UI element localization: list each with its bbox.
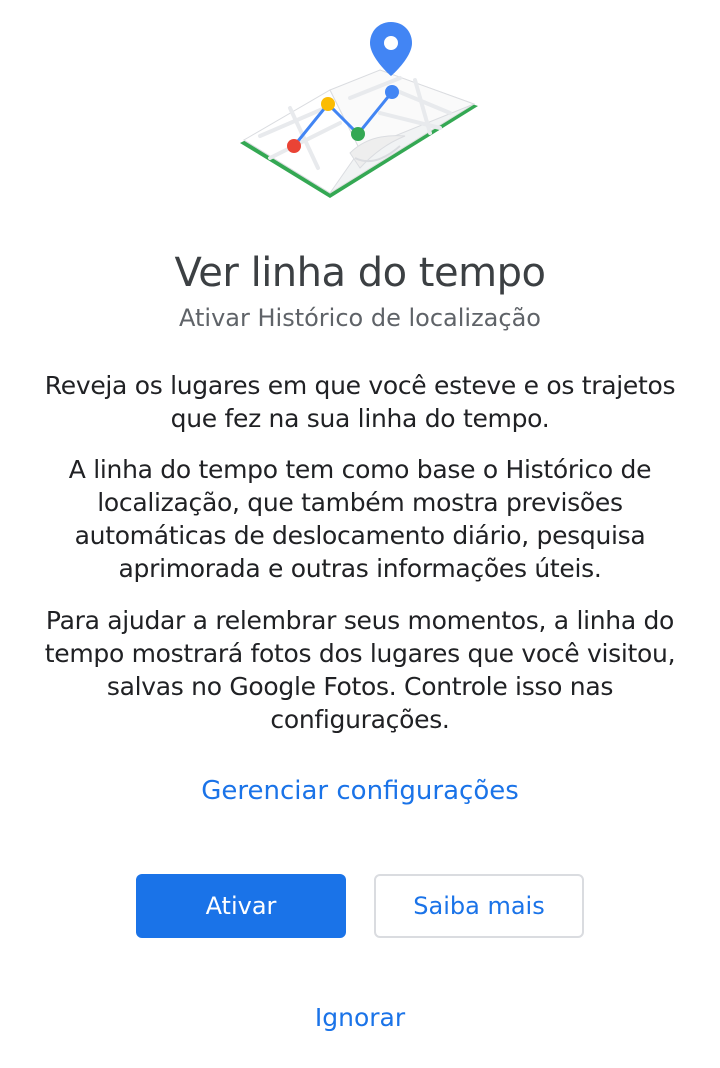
learn-more-button[interactable]: Saiba mais bbox=[374, 874, 584, 938]
page-title: Ver linha do tempo bbox=[174, 250, 546, 296]
ignore-link[interactable]: Ignorar bbox=[0, 1003, 720, 1032]
description-paragraph-1: Reveja os lugares em que você esteve e o… bbox=[44, 371, 676, 433]
description-paragraph-2: A linha do tempo tem como base o Históri… bbox=[68, 455, 652, 583]
page-subtitle: Ativar Histórico de localização bbox=[179, 304, 541, 332]
enable-button[interactable]: Ativar bbox=[136, 874, 346, 938]
manage-settings-link[interactable]: Gerenciar configurações bbox=[0, 776, 720, 806]
map-timeline-icon bbox=[240, 22, 478, 198]
description-paragraph-3: Para ajudar a relembrar seus momentos, a… bbox=[44, 606, 676, 734]
